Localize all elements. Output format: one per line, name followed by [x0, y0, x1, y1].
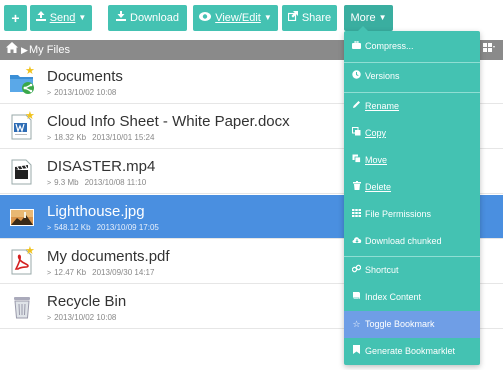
- menu-item-index-content[interactable]: Index Content: [344, 284, 480, 311]
- move-icon: [351, 147, 362, 174]
- menu-item-label: Shortcut: [365, 265, 399, 275]
- file-meta: >12.47 Kb 2013/09/30 14:17: [47, 268, 154, 279]
- file-name[interactable]: My documents.pdf: [47, 248, 170, 266]
- chevron-icon: >: [47, 135, 52, 142]
- menu-pointer: [358, 26, 368, 31]
- recycle-bin-icon: [9, 294, 35, 320]
- menu-item-generate-bookmarklet[interactable]: Generate Bookmarklet: [344, 338, 480, 365]
- menu-item-label: Rename: [365, 101, 400, 111]
- chevron-icon: >: [47, 180, 52, 187]
- file-date: 2013/09/30 14:17: [92, 268, 155, 277]
- download-label: Download: [130, 12, 179, 24]
- menu-item-download-chunked[interactable]: Download chunked: [344, 228, 480, 255]
- menu-item-label: File Permissions: [365, 209, 432, 219]
- chevron-down-icon: ▼: [78, 13, 87, 22]
- bookmark-star-icon: ★: [25, 245, 35, 257]
- clock-icon: [351, 63, 362, 90]
- menu-item-label: Index Content: [365, 292, 422, 302]
- menu-item-copy[interactable]: Copy: [344, 120, 480, 147]
- file-name[interactable]: Lighthouse.jpg: [47, 203, 145, 221]
- view-mode-button[interactable]: [479, 42, 499, 58]
- image-file-icon: [9, 204, 35, 230]
- eye-icon: [199, 5, 212, 31]
- star-icon: ☆: [352, 319, 361, 329]
- grid-view-icon: [483, 43, 495, 55]
- file-meta: >2013/10/02 10:08: [47, 88, 116, 99]
- file-date: 2013/10/02 10:08: [54, 313, 117, 322]
- chevron-icon: >: [47, 315, 52, 322]
- home-icon[interactable]: [6, 40, 18, 60]
- file-meta: >2013/10/02 10:08: [47, 313, 116, 324]
- book-icon: [351, 284, 362, 311]
- view-edit-button[interactable]: View/Edit ▼: [193, 5, 278, 31]
- chevron-down-icon: ▼: [378, 13, 387, 22]
- chevron-down-icon: ▼: [263, 13, 272, 22]
- menu-item-label: Compress...: [365, 41, 414, 51]
- file-size: 9.3 Mb: [54, 178, 79, 187]
- more-button[interactable]: More ▼: [344, 5, 393, 31]
- add-button[interactable]: +: [4, 5, 27, 31]
- file-date: 2013/10/02 10:08: [54, 88, 117, 97]
- file-date: 2013/10/09 17:05: [96, 223, 159, 232]
- file-name[interactable]: Cloud Info Sheet - White Paper.docx: [47, 113, 290, 131]
- briefcase-icon: [351, 33, 362, 60]
- file-date: 2013/10/01 15:24: [92, 133, 155, 142]
- chevron-icon: >: [47, 225, 52, 232]
- share-button[interactable]: Share: [282, 5, 337, 31]
- download-button[interactable]: Download: [108, 5, 187, 31]
- bookmark-icon: [351, 338, 362, 365]
- share-label: Share: [301, 12, 332, 24]
- menu-item-file-permissions[interactable]: File Permissions: [344, 201, 480, 228]
- menu-item-move[interactable]: Move: [344, 147, 480, 174]
- file-meta: >548.12 Kb 2013/10/09 17:05: [47, 223, 159, 234]
- file-size: 12.47 Kb: [54, 268, 87, 277]
- menu-item-rename[interactable]: Rename: [344, 93, 480, 120]
- send-button[interactable]: Send ▼: [30, 5, 92, 31]
- share-icon: [287, 5, 298, 31]
- menu-item-label: Move: [365, 155, 388, 165]
- upload-icon: [35, 5, 46, 31]
- menu-item-label: Versions: [365, 71, 400, 81]
- chevron-right-icon: ▶: [21, 45, 28, 55]
- send-label: Send: [49, 12, 76, 24]
- pencil-icon: [351, 93, 362, 120]
- menu-item-shortcut[interactable]: Shortcut: [344, 257, 480, 284]
- add-label: +: [11, 10, 20, 26]
- trash-icon: [351, 174, 362, 201]
- file-name[interactable]: DISASTER.mp4: [47, 158, 155, 176]
- file-size: 548.12 Kb: [54, 223, 91, 232]
- menu-item-delete[interactable]: Delete: [344, 174, 480, 201]
- menu-item-versions[interactable]: Versions: [344, 63, 480, 90]
- file-name[interactable]: Recycle Bin: [47, 293, 126, 311]
- menu-item-toggle-bookmark[interactable]: ☆ Toggle Bookmark: [344, 311, 480, 338]
- grid-icon: [351, 201, 362, 228]
- file-name[interactable]: Documents: [47, 68, 123, 86]
- more-label: More: [350, 12, 376, 24]
- copy-icon: [351, 120, 362, 147]
- download-icon: [116, 5, 127, 31]
- bookmark-star-icon: ★: [25, 65, 35, 77]
- breadcrumb-current[interactable]: My Files: [29, 40, 70, 60]
- menu-item-label: Generate Bookmarklet: [365, 346, 456, 356]
- menu-item-label: Copy: [365, 128, 387, 138]
- bookmark-star-icon: ★: [25, 110, 35, 122]
- menu-item-label: Toggle Bookmark: [365, 319, 435, 329]
- menu-item-label: Delete: [365, 182, 392, 192]
- file-meta: >9.3 Mb 2013/10/08 11:10: [47, 178, 146, 189]
- file-date: 2013/10/08 11:10: [84, 178, 147, 187]
- menu-item-compress[interactable]: Compress...: [344, 33, 480, 60]
- view-edit-label: View/Edit: [215, 12, 261, 24]
- link-icon: [351, 257, 362, 284]
- menu-item-label: Download chunked: [365, 236, 442, 246]
- more-dropdown-menu: Compress... Versions Rename Copy Move De…: [344, 26, 480, 365]
- chevron-icon: >: [47, 270, 52, 277]
- video-file-icon: [9, 159, 35, 185]
- file-meta: >18.32 Kb 2013/10/01 15:24: [47, 133, 154, 144]
- file-size: 18.32 Kb: [54, 133, 87, 142]
- chevron-icon: >: [47, 90, 52, 97]
- cloud-download-icon: [351, 228, 362, 255]
